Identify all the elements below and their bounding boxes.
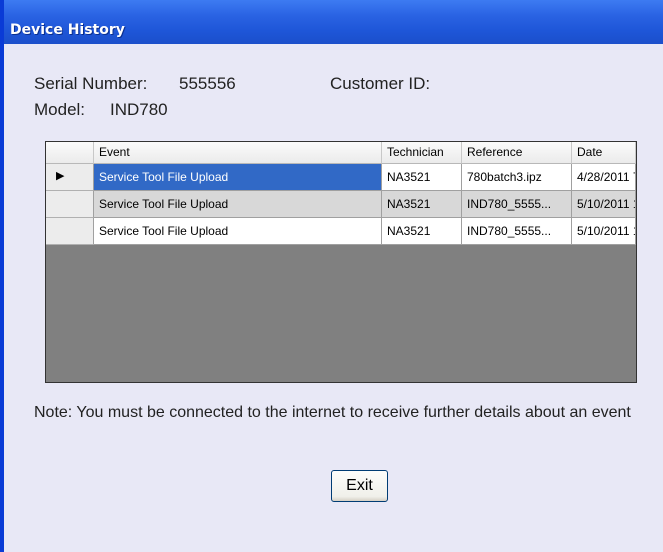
reference-cell[interactable]: IND780_5555... bbox=[462, 218, 572, 245]
internet-note: Note: You must be connected to the inter… bbox=[34, 404, 631, 421]
event-history-grid[interactable]: Event Technician Reference Date ▶ Servic… bbox=[45, 141, 637, 383]
date-cell[interactable]: 4/28/2011 7:2... bbox=[572, 164, 636, 191]
window-title: Device History bbox=[10, 22, 125, 38]
row-header[interactable]: ▶ bbox=[46, 164, 94, 191]
current-row-arrow-icon: ▶ bbox=[56, 170, 65, 182]
event-cell[interactable]: Service Tool File Upload bbox=[94, 164, 382, 191]
date-cell[interactable]: 5/10/2011 10:... bbox=[572, 218, 636, 245]
exit-button[interactable]: Exit bbox=[331, 470, 388, 502]
model-value: IND780 bbox=[110, 100, 168, 119]
row-header[interactable] bbox=[46, 218, 94, 245]
model-label: Model: bbox=[34, 100, 86, 119]
column-header-event[interactable]: Event bbox=[94, 142, 382, 164]
serial-number-value: 555556 bbox=[179, 74, 236, 93]
column-header-date[interactable]: Date bbox=[572, 142, 636, 164]
column-header-technician[interactable]: Technician bbox=[382, 142, 462, 164]
technician-cell[interactable]: NA3521 bbox=[382, 191, 462, 218]
serial-number-label: Serial Number: bbox=[34, 74, 148, 93]
technician-cell[interactable]: NA3521 bbox=[382, 164, 462, 191]
technician-cell[interactable]: NA3521 bbox=[382, 218, 462, 245]
column-header-reference[interactable]: Reference bbox=[462, 142, 572, 164]
reference-cell[interactable]: 780batch3.ipz bbox=[462, 164, 572, 191]
row-header[interactable] bbox=[46, 191, 94, 218]
reference-cell[interactable]: IND780_5555... bbox=[462, 191, 572, 218]
event-cell[interactable]: Service Tool File Upload bbox=[94, 191, 382, 218]
grid-corner-header bbox=[46, 142, 94, 164]
date-cell[interactable]: 5/10/2011 10:... bbox=[572, 191, 636, 218]
window-left-border bbox=[0, 0, 4, 552]
event-cell[interactable]: Service Tool File Upload bbox=[94, 218, 382, 245]
device-history-window: Device History Serial Number: 555556 Cus… bbox=[0, 0, 663, 552]
title-bar[interactable]: Device History bbox=[0, 0, 663, 44]
customer-id-label: Customer ID: bbox=[330, 74, 431, 93]
